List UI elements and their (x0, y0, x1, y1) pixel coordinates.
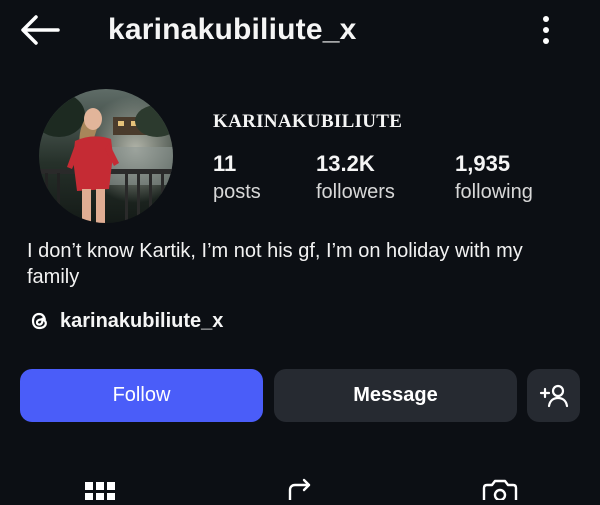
display-name: KARINAKUBILIUTE (213, 111, 403, 132)
tab-reposts[interactable] (284, 476, 316, 502)
back-button[interactable] (18, 12, 62, 48)
threads-handle: karinakubiliute_x (60, 309, 224, 332)
profile-avatar[interactable] (39, 89, 173, 223)
top-bar: karinakubiliute_x (0, 0, 600, 62)
tab-posts-grid[interactable] (84, 476, 116, 501)
message-button[interactable]: Message (274, 369, 517, 422)
suggested-accounts-button[interactable] (527, 369, 580, 422)
more-options-button[interactable] (532, 12, 560, 48)
tab-tagged[interactable] (482, 476, 518, 502)
grid-icon (85, 482, 115, 501)
followers-stat[interactable]: 13.2K followers (316, 150, 395, 206)
posts-count: 11 (213, 151, 237, 176)
profile-username: karinakubiliute_x (108, 13, 357, 46)
following-count: 1,935 (455, 151, 511, 176)
following-label: following (455, 181, 533, 203)
threads-link[interactable]: karinakubiliute_x (28, 307, 223, 335)
followers-label: followers (316, 181, 395, 203)
posts-label: posts (213, 181, 261, 203)
posts-stat[interactable]: 11 posts (213, 150, 261, 206)
follow-button[interactable]: Follow (20, 369, 263, 422)
tagged-icon (482, 479, 518, 502)
threads-icon (31, 312, 47, 330)
profile-bio: I don’t know Kartik, I’m not his gf, I’m… (27, 240, 523, 288)
reels-icon (288, 478, 311, 502)
add-person-icon (539, 384, 568, 407)
followers-count: 13.2K (316, 151, 375, 176)
following-stat[interactable]: 1,935 following (455, 150, 533, 206)
profile-photo (39, 89, 173, 223)
vertical-dots-icon (543, 16, 549, 44)
arrow-left-icon (21, 15, 60, 45)
